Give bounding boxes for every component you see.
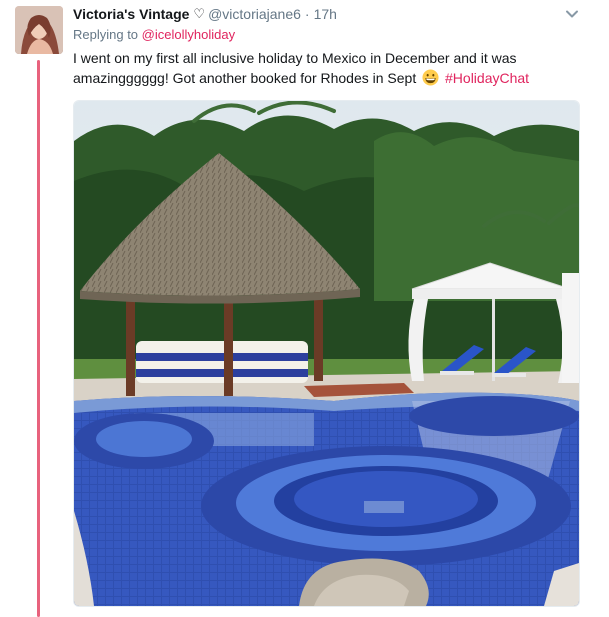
timestamp[interactable]: 17h [314, 5, 337, 23]
separator: · [304, 6, 310, 22]
hashtag-link[interactable]: #HolidayChat [445, 70, 529, 86]
grinning-face-emoji [422, 69, 439, 86]
thread-line [37, 60, 40, 617]
replying-to: Replying to @icelollyholiday [73, 27, 235, 43]
display-name[interactable]: Victoria's Vintage [73, 5, 189, 23]
avatar[interactable] [15, 6, 63, 54]
tweet-card: Victoria's Vintage ♡ @victoriajane6 · 17… [0, 0, 609, 617]
profile-photo [15, 6, 63, 54]
tweet-media[interactable] [73, 100, 580, 607]
tweet-header: Victoria's Vintage ♡ @victoriajane6 · 17… [73, 5, 569, 23]
user-handle[interactable]: @victoriajane6 [208, 5, 301, 23]
heart-badge: ♡ [193, 6, 206, 21]
pool-photo [74, 101, 579, 606]
replying-prefix: Replying to [73, 27, 139, 42]
chevron-down-icon[interactable] [565, 7, 579, 21]
replying-to-link[interactable]: @icelollyholiday [142, 27, 235, 42]
tweet-text: I went on my first all inclusive holiday… [73, 48, 548, 88]
